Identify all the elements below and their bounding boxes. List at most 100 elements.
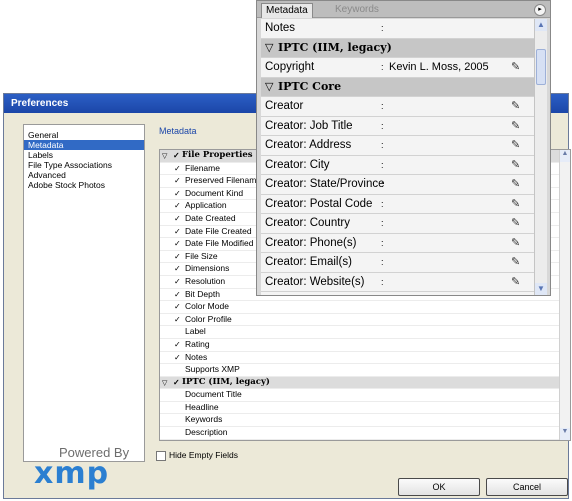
pencil-icon[interactable]: ✎ (511, 253, 520, 272)
ok-button[interactable]: OK (398, 478, 480, 496)
pencil-icon[interactable]: ✎ (511, 273, 520, 292)
panel-field-label: Creator: Postal Code (265, 197, 373, 210)
scroll-down-icon[interactable]: ▼ (560, 428, 570, 440)
hide-empty-fields-checkbox[interactable]: Hide Empty Fields (156, 450, 238, 461)
field-separator: : (381, 179, 384, 189)
checkmark-icon[interactable]: ✓ (174, 301, 181, 313)
field-separator: : (381, 292, 384, 295)
field-separator: : (381, 140, 384, 150)
scroll-thumb[interactable] (536, 49, 546, 85)
panel-field-row: Creator: Job Title: ✎ (261, 116, 535, 136)
checkmark-icon[interactable]: ✓ (174, 200, 181, 212)
section-label: Metadata (159, 126, 197, 136)
tree-scrollbar[interactable]: ▲ ▼ (559, 150, 570, 440)
pencil-icon[interactable]: ✎ (511, 195, 520, 214)
checkmark-icon[interactable]: ✓ (174, 175, 181, 187)
field-label: Keywords (185, 414, 223, 425)
disclosure-triangle-icon[interactable]: ▽ (162, 150, 167, 162)
cancel-button[interactable]: Cancel (486, 478, 568, 496)
tree-field-row[interactable]: ✓ Notes (160, 352, 570, 365)
panel-field-row: Creator: Country: ✎ (261, 214, 535, 234)
pencil-icon[interactable]: ✎ (511, 292, 520, 295)
pencil-icon[interactable]: ✎ (511, 58, 520, 77)
tree-field-row[interactable]: Document Title (160, 389, 570, 402)
field-label: File Size (185, 250, 218, 261)
disclosure-triangle-icon[interactable]: ▽ (265, 78, 273, 97)
field-separator: : (381, 62, 384, 72)
pencil-icon[interactable]: ✎ (511, 156, 520, 175)
panel-field-row: Creator: State/Province: ✎ (261, 175, 535, 195)
panel-field-row: Creator: Website(s): ✎ (261, 272, 535, 292)
tree-field-row[interactable]: Keywords (160, 414, 570, 428)
panel-field-value[interactable]: Kevin L. Moss, 2005 (389, 58, 489, 77)
pencil-icon[interactable]: ✎ (511, 234, 520, 253)
scroll-down-icon[interactable]: ▼ (535, 283, 547, 295)
category-item[interactable]: Metadata (24, 140, 144, 150)
field-label: Resolution (185, 275, 226, 286)
tree-field-row[interactable]: Label (160, 326, 570, 339)
tab-metadata[interactable]: Metadata (261, 3, 313, 18)
field-label: Document Title (185, 389, 242, 400)
category-item[interactable]: General (24, 130, 144, 140)
category-list: General Metadata Labels File Type Associati… (23, 124, 145, 462)
pencil-icon[interactable]: ✎ (511, 214, 520, 233)
panel-field-label: IPTC Core (278, 79, 342, 93)
disclosure-triangle-icon[interactable]: ▽ (162, 377, 167, 389)
tree-field-row[interactable]: ✓ Color Mode (160, 301, 570, 314)
panel-field-label: Headline (265, 292, 310, 295)
checkmark-icon[interactable]: ✓ (174, 352, 181, 364)
tab-keywords[interactable]: Keywords (331, 3, 383, 17)
pencil-icon[interactable]: ✎ (511, 117, 520, 136)
pencil-icon[interactable]: ✎ (511, 175, 520, 194)
checkmark-icon[interactable]: ✓ (174, 263, 181, 275)
checkmark-icon[interactable]: ✓ (174, 213, 181, 225)
field-label: Description (185, 427, 228, 438)
checkmark-icon[interactable]: ✓ (174, 238, 181, 250)
pencil-icon[interactable]: ✎ (511, 136, 520, 155)
checkmark-icon[interactable]: ✓ (174, 276, 181, 288)
panel-field-label: Copyright (265, 61, 315, 73)
checkmark-icon[interactable]: ✓ (174, 314, 181, 326)
checkmark-icon[interactable]: ✓ (174, 163, 181, 175)
metadata-rows: Notes: ▽ IPTC (IIM, legacy) Copyright: Kevi… (261, 19, 535, 295)
scroll-up-icon[interactable]: ▲ (535, 19, 547, 31)
panel-field-row: Creator: Email(s): ✎ (261, 253, 535, 273)
checkbox-box[interactable] (156, 450, 166, 461)
tree-field-row[interactable]: ✓ Color Profile (160, 314, 570, 327)
category-item[interactable]: Adobe Stock Photos (24, 180, 144, 190)
panel-field-label: Creator: Phone(s) (265, 236, 357, 249)
checkmark-icon[interactable]: ✓ (173, 377, 180, 389)
panel-tab-bar: Metadata Keywords ▸ (257, 1, 550, 18)
panel-field-row: Headline: ✎ (261, 292, 535, 295)
checkmark-icon[interactable]: ✓ (174, 251, 181, 263)
tree-group-row[interactable]: ▽ ✓ IPTC (IIM, legacy) (160, 376, 570, 390)
pencil-icon[interactable]: ✎ (511, 97, 520, 116)
checkmark-icon[interactable]: ✓ (174, 226, 181, 238)
panel-field-row: Notes: (261, 19, 535, 39)
panel-field-label: Creator: Email(s) (265, 256, 352, 268)
field-label: Dimensions (185, 263, 230, 274)
panel-scrollbar[interactable]: ▲ ▼ (534, 19, 547, 295)
category-item[interactable]: File Type Associations (24, 160, 144, 170)
panel-field-row: Creator: Phone(s): ✎ (261, 233, 535, 253)
checkmark-icon[interactable]: ✓ (173, 150, 180, 162)
panel-field-label: Creator: Country (265, 217, 351, 229)
panel-field-label: Creator: City (265, 158, 330, 171)
checkmark-icon[interactable]: ✓ (174, 339, 181, 351)
category-item[interactable]: Advanced (24, 170, 144, 180)
tree-field-row[interactable]: ✓ Rating (160, 339, 570, 352)
disclosure-triangle-icon[interactable]: ▽ (265, 39, 273, 58)
checkmark-icon[interactable]: ✓ (174, 188, 181, 200)
panel-group-row[interactable]: ▽ IPTC Core (261, 77, 535, 97)
checkmark-icon[interactable]: ✓ (174, 289, 181, 301)
tree-field-row[interactable]: Headline (160, 402, 570, 415)
tree-field-row[interactable]: Supports XMP (160, 364, 570, 377)
panel-field-row: Creator: ✎ (261, 97, 535, 117)
scroll-up-icon[interactable]: ▲ (560, 150, 570, 162)
panel-field-label: Notes (265, 22, 296, 34)
panel-menu-icon[interactable]: ▸ (534, 4, 546, 16)
category-item[interactable]: Labels (24, 150, 144, 160)
panel-group-row[interactable]: ▽ IPTC (IIM, legacy) (261, 38, 535, 58)
field-label: Date File Created (185, 225, 252, 236)
tree-field-row[interactable]: Description (160, 427, 570, 440)
